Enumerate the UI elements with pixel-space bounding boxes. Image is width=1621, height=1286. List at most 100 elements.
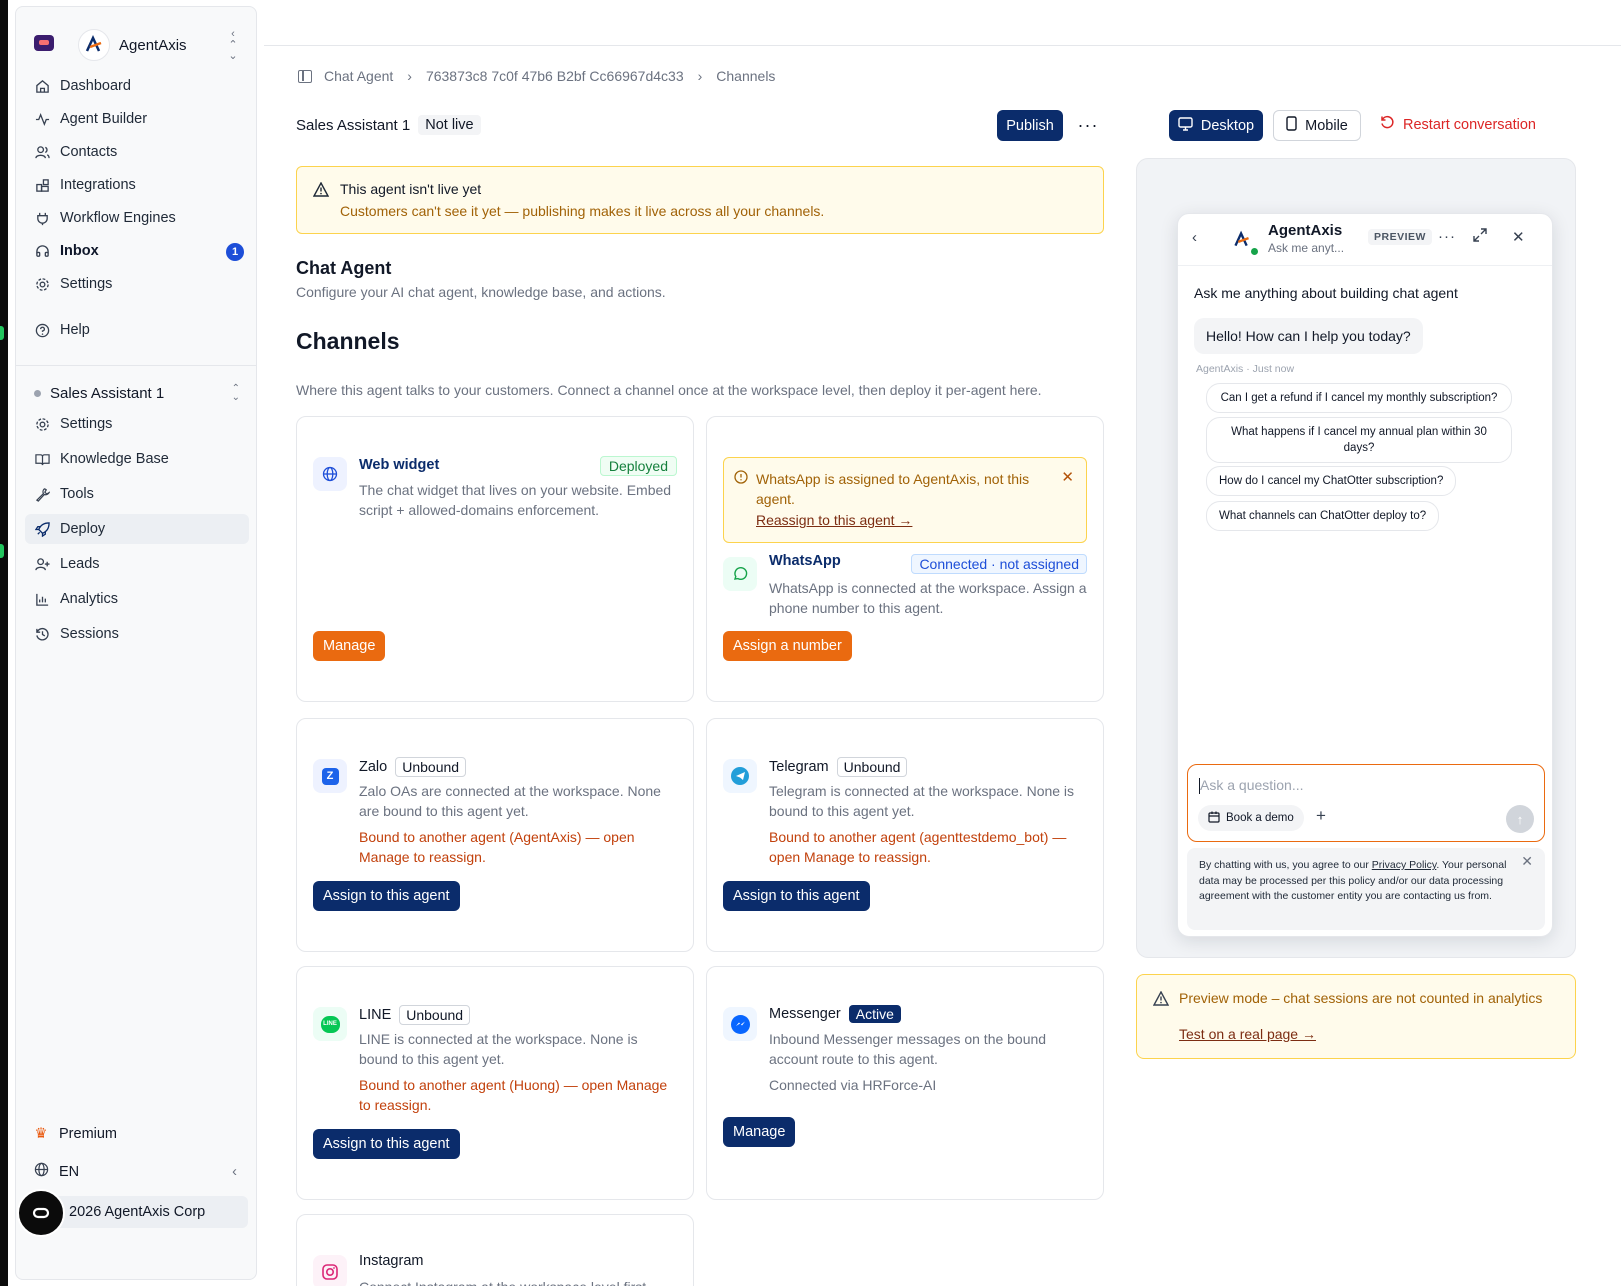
assign-line-button[interactable]: Assign to this agent bbox=[313, 1129, 460, 1159]
assign-number-button[interactable]: Assign a number bbox=[723, 631, 852, 661]
agent-nav-deploy[interactable]: Deploy bbox=[25, 514, 249, 544]
floating-assistant-button[interactable] bbox=[17, 1189, 65, 1237]
suggestion-chip[interactable]: How do I cancel my ChatOtter subscriptio… bbox=[1206, 466, 1457, 496]
breadcrumb-item[interactable]: 763873c8 7c0f 47b6 B2bf Cc66967d4c33 bbox=[426, 68, 684, 84]
nav-label: Tools bbox=[60, 486, 94, 502]
nav-workflow-engines[interactable]: Workflow Engines bbox=[32, 203, 244, 233]
suggestion-chip[interactable]: What channels can ChatOtter deploy to? bbox=[1206, 501, 1440, 531]
sidebar: AgentAxis ‹ ⌃ ⌄ Dashboard Agent Builder Co… bbox=[15, 6, 257, 1280]
privacy-policy-link[interactable]: Privacy Policy bbox=[1372, 859, 1437, 871]
book-demo-label: Book a demo bbox=[1226, 812, 1294, 824]
nav-agent-builder[interactable]: Agent Builder bbox=[32, 104, 244, 134]
book-icon bbox=[32, 452, 52, 467]
send-arrow-icon[interactable]: ↑ bbox=[1506, 805, 1534, 833]
mobile-view-toggle[interactable]: Mobile bbox=[1273, 110, 1361, 141]
whatsapp-assignment-alert: WhatsApp is assigned to AgentAxis, not t… bbox=[723, 457, 1087, 543]
assign-telegram-button[interactable]: Assign to this agent bbox=[723, 881, 870, 911]
nav-label: Agent Builder bbox=[60, 111, 148, 127]
channel-description: Connect Instagram at the workspace level… bbox=[359, 1277, 679, 1286]
language-label: EN bbox=[59, 1163, 80, 1180]
chat-input-placeholder[interactable]: Ask a question... bbox=[1200, 777, 1304, 793]
user-plus-icon bbox=[32, 557, 52, 572]
nav-settings[interactable]: Settings bbox=[32, 269, 244, 299]
close-icon[interactable]: ✕ bbox=[1061, 468, 1074, 486]
language-selector[interactable]: EN ‹ bbox=[31, 1162, 243, 1181]
agent-name: Sales Assistant 1 bbox=[296, 116, 411, 134]
app-badge-icon bbox=[34, 35, 54, 51]
chevron-left-icon[interactable]: ‹ bbox=[1192, 229, 1197, 246]
channel-description: WhatsApp is connected at the workspace. … bbox=[769, 580, 1087, 616]
nav-help[interactable]: Help bbox=[32, 315, 244, 345]
agent-selector-label: Sales Assistant 1 bbox=[50, 384, 165, 402]
page-title: Chat Agent bbox=[296, 258, 392, 278]
agent-nav-sessions[interactable]: Sessions bbox=[32, 619, 244, 649]
workspace-switcher[interactable]: AgentAxis ‹ ⌃ ⌄ bbox=[16, 19, 256, 67]
premium-label: Premium bbox=[59, 1126, 118, 1142]
line-icon: LINE bbox=[313, 1007, 347, 1041]
alert-title: This agent isn't live yet bbox=[340, 181, 482, 197]
nav-label: Leads bbox=[60, 556, 100, 572]
chat-input-box[interactable]: Ask a question... Book a demo + ↑ bbox=[1187, 764, 1545, 842]
suggestion-chip[interactable]: Can I get a refund if I cancel my monthl… bbox=[1206, 383, 1512, 413]
channel-description: The chat widget that lives on your websi… bbox=[359, 482, 672, 518]
unread-count-badge: 1 bbox=[226, 243, 244, 261]
collapse-toggle-icon[interactable]: ‹ ⌃ ⌄ bbox=[226, 29, 240, 62]
nav-inbox[interactable]: Inbox 1 bbox=[32, 236, 244, 266]
org-name: 2026 AgentAxis Corp bbox=[69, 1204, 206, 1220]
breadcrumb-item[interactable]: Chat Agent bbox=[324, 68, 393, 84]
monitor-icon bbox=[1178, 116, 1193, 135]
expand-icon[interactable] bbox=[1473, 228, 1487, 246]
nav-label: Analytics bbox=[60, 591, 119, 607]
channel-title-row: Messenger Active bbox=[769, 1005, 901, 1023]
gear-icon bbox=[32, 277, 52, 292]
channel-name: WhatsApp bbox=[769, 553, 841, 569]
manage-messenger-button[interactable]: Manage bbox=[723, 1117, 796, 1147]
privacy-consent-notice: By chatting with us, you agree to our Pr… bbox=[1187, 848, 1545, 930]
zalo-icon: Z bbox=[313, 759, 347, 793]
close-icon[interactable]: ✕ bbox=[1512, 228, 1525, 246]
whatsapp-icon bbox=[723, 557, 757, 591]
restart-conversation-button[interactable]: Restart conversation bbox=[1380, 115, 1536, 134]
top-bar bbox=[264, 0, 1621, 46]
channel-card-messenger: Messenger Active Inbound Messenger messa… bbox=[706, 966, 1104, 1200]
consent-text: By chatting with us, you agree to our bbox=[1199, 859, 1372, 871]
agent-nav-tools[interactable]: Tools bbox=[32, 479, 244, 509]
manage-web-widget-button[interactable]: Manage bbox=[313, 631, 386, 661]
nav-label: Integrations bbox=[60, 177, 136, 193]
test-real-page-link[interactable]: Test on a real page → bbox=[1179, 1026, 1316, 1042]
publish-button[interactable]: Publish bbox=[997, 110, 1063, 141]
online-status-dot bbox=[1250, 247, 1259, 256]
smartphone-icon bbox=[1286, 116, 1297, 135]
sidebar-toggle-icon[interactable] bbox=[298, 69, 312, 83]
bar-chart-icon bbox=[32, 592, 52, 607]
home-icon bbox=[32, 79, 52, 94]
close-icon[interactable]: ✕ bbox=[1521, 853, 1533, 870]
premium-link[interactable]: ♛ Premium bbox=[31, 1126, 118, 1142]
desktop-view-toggle[interactable]: Desktop bbox=[1169, 110, 1263, 141]
agent-nav-leads[interactable]: Leads bbox=[32, 549, 244, 579]
agent-selector[interactable]: Sales Assistant 1 ⌃ ⌄ bbox=[32, 381, 244, 405]
users-icon bbox=[32, 145, 52, 160]
agent-nav-analytics[interactable]: Analytics bbox=[32, 584, 244, 614]
agent-nav-knowledge-base[interactable]: Knowledge Base bbox=[32, 444, 244, 474]
book-demo-button[interactable]: Book a demo bbox=[1198, 805, 1304, 831]
nav-dashboard[interactable]: Dashboard bbox=[32, 71, 244, 101]
help-circle-icon bbox=[32, 323, 52, 338]
suggestion-chip[interactable]: What happens if I cancel my annual plan … bbox=[1206, 417, 1512, 463]
nav-contacts[interactable]: Contacts bbox=[32, 137, 244, 167]
reassign-link[interactable]: Reassign to this agent → bbox=[756, 512, 912, 528]
chevron-right-icon: › bbox=[697, 68, 703, 84]
binding-warning: Bound to another agent (Huong) — open Ma… bbox=[359, 1077, 668, 1113]
toggle-label: Mobile bbox=[1305, 117, 1348, 134]
nav-label: Dashboard bbox=[60, 78, 131, 94]
wrench-icon bbox=[32, 487, 52, 502]
nav-integrations[interactable]: Integrations bbox=[32, 170, 244, 200]
plus-icon[interactable]: + bbox=[1316, 806, 1326, 826]
assign-zalo-button[interactable]: Assign to this agent bbox=[313, 881, 460, 911]
messenger-icon bbox=[723, 1007, 757, 1041]
agent-nav-settings[interactable]: Settings bbox=[32, 409, 244, 439]
calendar-icon bbox=[1208, 811, 1220, 826]
more-options-icon[interactable]: ··· bbox=[1438, 228, 1456, 245]
instagram-icon bbox=[313, 1255, 347, 1286]
more-options-icon[interactable]: ··· bbox=[1076, 110, 1100, 141]
